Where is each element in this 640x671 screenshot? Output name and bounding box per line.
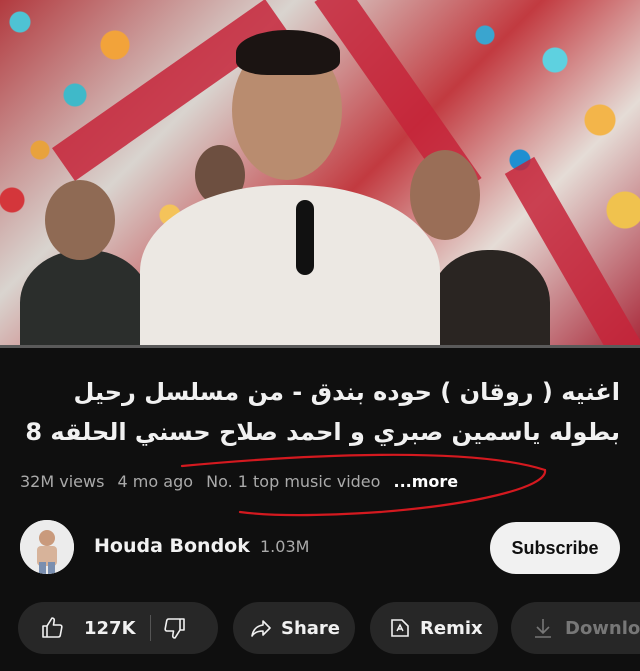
download-button[interactable]: Downloa [511,602,640,654]
dislike-button[interactable] [163,602,187,654]
video-meta[interactable]: 32M views 4 mo ago No. 1 top music video… [20,468,466,496]
remix-icon [391,619,409,637]
channel-row[interactable]: Houda Bondok 1.03M Subscribe [20,520,620,576]
like-dislike-group: 127K [18,602,218,654]
more-link[interactable]: ...more [394,472,459,491]
background-person-left [20,250,150,346]
thumbs-down-icon [163,618,185,639]
share-button[interactable]: Share [233,602,355,654]
remix-label: Remix [420,617,483,639]
singer-hair [236,30,340,75]
download-label: Downloa [565,617,640,639]
subscribe-button[interactable]: Subscribe [490,522,620,574]
subscriber-count: 1.03M [260,537,310,556]
singer-body [140,185,440,346]
share-arrow-icon [251,620,271,637]
top-video-badge: No. 1 top music video [206,472,381,491]
like-count: 127K [84,617,136,639]
upload-age: 4 mo ago [117,472,194,491]
video-progress-bar[interactable] [0,345,640,348]
share-label: Share [281,617,341,639]
video-player[interactable] [0,0,640,346]
like-button[interactable]: 127K [18,602,136,654]
background-person-left-head [45,180,115,260]
remix-button[interactable]: Remix [370,602,498,654]
thumbs-up-icon [42,617,63,638]
background-person-right [430,250,550,346]
download-icon [535,619,551,638]
avatar-person-icon [20,520,74,574]
microphone-icon [296,200,314,275]
channel-name[interactable]: Houda Bondok [94,535,250,557]
action-bar: 127K Share Remix Downloa [18,602,640,654]
channel-avatar[interactable] [20,520,74,574]
like-divider [149,615,151,641]
view-count: 32M views [20,472,105,491]
background-person-right-head [410,150,480,240]
video-title: اغنيه ( روقان ) حوده بندق - من مسلسل رحي… [25,378,620,446]
